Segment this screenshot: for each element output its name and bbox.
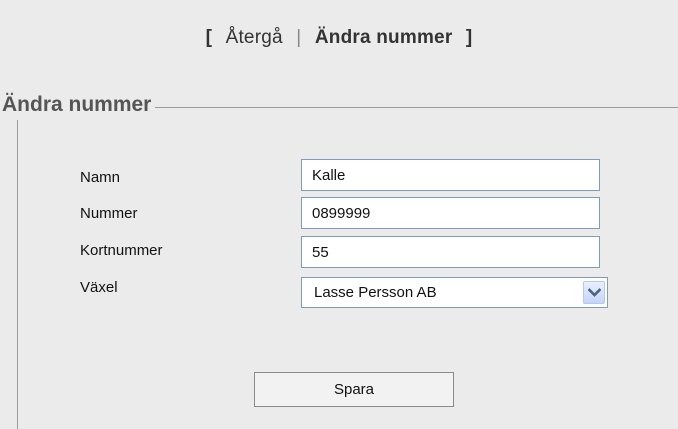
- breadcrumb-open-bracket: [: [205, 27, 213, 48]
- switchboard-select[interactable]: Lasse Persson AB: [301, 277, 608, 308]
- breadcrumb: [ Återgå | Ändra nummer ]: [0, 0, 678, 76]
- dropdown-button[interactable]: [583, 281, 605, 304]
- form-legend: Ändra nummer: [0, 90, 156, 120]
- switchboard-label: Växel: [80, 279, 118, 296]
- name-input[interactable]: [301, 159, 600, 191]
- short-number-input[interactable]: [301, 236, 600, 268]
- breadcrumb-separator: |: [296, 27, 302, 48]
- switchboard-selected-value: Lasse Persson AB: [314, 284, 437, 301]
- back-link[interactable]: Återgå: [226, 27, 283, 48]
- chevron-down-icon: [588, 288, 601, 297]
- save-button[interactable]: Spara: [254, 372, 454, 407]
- number-input[interactable]: [301, 197, 600, 229]
- short-number-label: Kortnummer: [80, 242, 163, 259]
- breadcrumb-current: Ändra nummer: [314, 27, 453, 48]
- number-label: Nummer: [80, 205, 138, 222]
- breadcrumb-close-bracket: ]: [465, 27, 473, 48]
- name-label: Namn: [80, 169, 121, 186]
- form-panel: [ Återgå | Ändra nummer ] Ändra nummer N…: [0, 0, 678, 429]
